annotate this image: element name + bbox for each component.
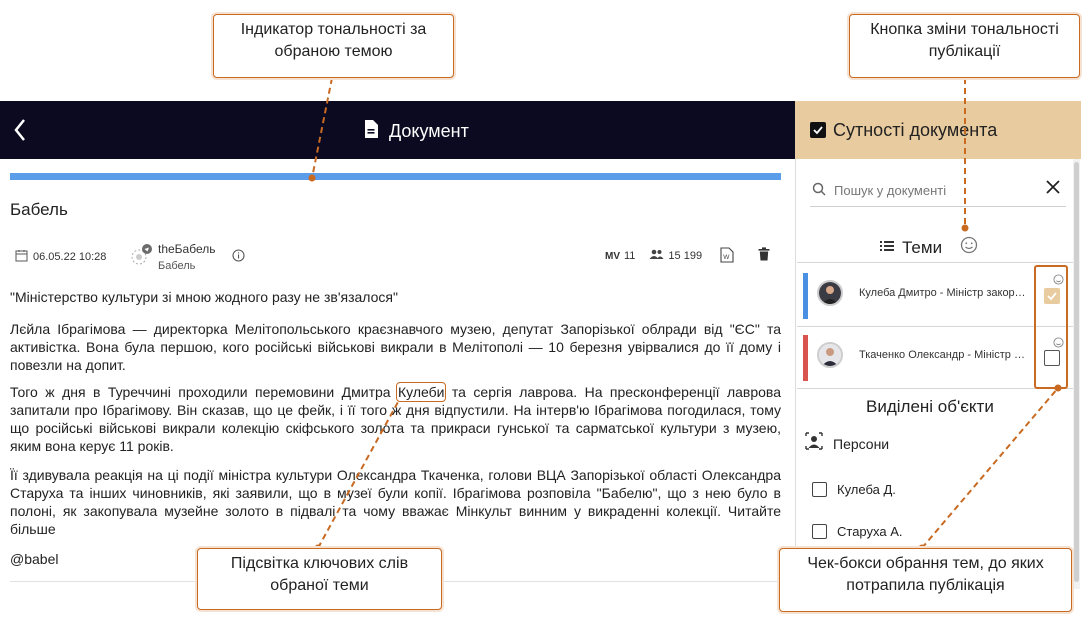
callout-keywords: Підсвітка ключових слів обраної теми [197, 548, 442, 610]
document-title-group: Документ [363, 119, 469, 144]
tone-smile-icon[interactable] [960, 236, 978, 259]
article-paragraph: Її здивувала реакція на ці події міністр… [10, 467, 781, 537]
person-icon [805, 432, 823, 455]
topic-color-bar [803, 335, 808, 381]
article-handle: @babel [10, 551, 59, 567]
topic-card[interactable]: Кулеба Дмитро - Міністр закордонних спра… [797, 268, 1067, 320]
article-meta: 06.05.22 10:28 theБабель Бабель MV 11 15… [15, 242, 775, 273]
article-paragraph: Того ж дня в Туреччині проходили перемов… [10, 382, 781, 455]
themes-header: Теми [880, 236, 978, 259]
entities-checkbox[interactable] [810, 122, 826, 138]
article-actions: W [720, 247, 770, 268]
person-name: Старуха А. [837, 524, 903, 539]
entities-header[interactable]: Сутності документа [795, 101, 1081, 159]
selected-objects-title: Виділені об'єкти [866, 397, 994, 416]
svg-text:W: W [723, 254, 730, 261]
themes-title: Теми [902, 237, 943, 257]
list-icon [880, 239, 894, 257]
views-prefix: MV [605, 250, 620, 262]
article-quote: "Міністерство культури зі мною жодного р… [10, 289, 398, 305]
person-item[interactable]: Старуха А. [812, 524, 903, 539]
article-title: Бабель [10, 200, 68, 219]
article-stats: MV 11 15 199 [605, 249, 716, 263]
document-header: Документ [0, 101, 795, 159]
source-name[interactable]: theБабель [158, 242, 216, 256]
topic-name: Ткаченко Олександр - Міністр культури [859, 349, 1029, 361]
divider [797, 388, 1073, 389]
source-logo-icon [128, 244, 152, 273]
document-icon [363, 119, 379, 144]
persons-group: Персони [805, 432, 889, 455]
person-checkbox[interactable] [812, 482, 827, 497]
calendar-icon [15, 249, 28, 265]
callout-tone-button: Кнопка зміни тональності публікації [849, 14, 1080, 78]
word-export-icon[interactable]: W [720, 247, 734, 268]
document-title: Документ [389, 121, 469, 141]
entities-label: Сутності документа [833, 119, 998, 140]
article-date: 06.05.22 10:28 [33, 251, 107, 263]
source-subtitle: Бабель [158, 260, 196, 272]
topic-color-bar [803, 273, 808, 319]
person-name: Кулеба Д. [837, 482, 896, 497]
callout-tone-indicator: Індикатор тональності за обраною темою [213, 14, 454, 78]
views-count: 11 [624, 250, 636, 262]
document-search [810, 172, 1066, 207]
search-input[interactable] [832, 178, 1036, 202]
delete-icon[interactable] [758, 247, 770, 268]
keyword-highlight[interactable]: Кулеби [395, 382, 447, 402]
back-chevron-icon[interactable] [12, 117, 28, 143]
person-checkbox[interactable] [812, 524, 827, 539]
checkbox-highlight-frame [1034, 265, 1068, 389]
followers-count: 15 199 [668, 250, 703, 262]
article-paragraph: Лєйла Ібрагімова — директорка Мелітополь… [10, 321, 781, 373]
divider [797, 262, 1073, 263]
callout-checkboxes: Чек-бокси обрання тем, до яких потрапила… [779, 548, 1072, 612]
info-icon[interactable] [232, 249, 245, 267]
persons-label: Персони [833, 435, 890, 452]
topic-name: Кулеба Дмитро - Міністр закордонних спра… [859, 287, 1029, 299]
tone-indicator-bar [10, 173, 781, 180]
people-icon [649, 249, 664, 263]
panel-scrollbar-thumb[interactable] [1074, 162, 1079, 582]
divider [797, 326, 1073, 327]
person-item[interactable]: Кулеба Д. [812, 482, 896, 497]
search-icon [812, 182, 826, 201]
topic-card[interactable]: Ткаченко Олександр - Міністр культури [797, 330, 1067, 382]
avatar [817, 342, 843, 368]
avatar [817, 280, 843, 306]
date-group: 06.05.22 10:28 [15, 249, 106, 265]
close-icon[interactable] [1046, 180, 1060, 199]
paragraph-text: Того ж дня в Туреччині проходили перемов… [10, 384, 398, 400]
